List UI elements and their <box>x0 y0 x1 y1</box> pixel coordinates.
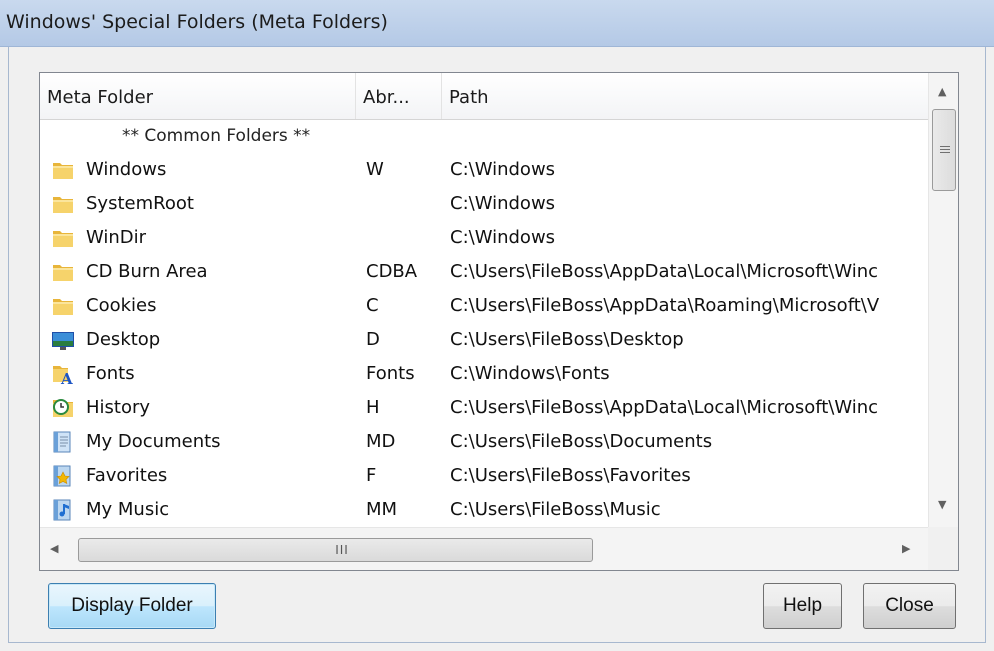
display-folder-button[interactable]: Display Folder <box>48 583 216 629</box>
help-button[interactable]: Help <box>763 583 842 629</box>
abbreviation-cell: H <box>366 397 380 418</box>
meta-folder-name: Cookies <box>86 295 157 316</box>
path-cell: C:\Windows\Fonts <box>450 363 610 384</box>
abbreviation-cell <box>366 187 440 221</box>
abbreviation-cell: D <box>366 329 380 350</box>
scroll-down-arrow-icon[interactable]: ▼ <box>938 498 946 511</box>
list-rows: ** Common Folders ** Windows W C:\Windows Sy… <box>40 119 928 527</box>
table-row[interactable]: History H C:\Users\FileBoss\AppData\Local\… <box>40 391 928 425</box>
path-cell: C:\Windows <box>450 193 556 214</box>
table-row[interactable]: Cookies C C:\Users\FileBoss\AppData\Roamin… <box>40 289 928 323</box>
history-icon <box>51 397 75 419</box>
abbreviation-cell: MD <box>366 431 396 452</box>
meta-folder-name: SystemRoot <box>86 193 194 214</box>
meta-folder-name: Fonts <box>86 363 135 384</box>
favorites-icon <box>51 465 75 487</box>
abbreviation-cell: W <box>366 159 384 180</box>
table-row[interactable]: SystemRoot C:\Windows <box>40 187 928 221</box>
path-cell: C:\Users\FileBoss\AppData\Local\Microsof… <box>450 397 879 418</box>
path-cell: C:\Windows <box>450 159 556 180</box>
column-header-meta-folder[interactable]: Meta Folder <box>40 73 356 119</box>
group-header-label: ** Common Folders ** <box>122 126 311 146</box>
meta-folder-name: History <box>86 397 151 418</box>
meta-folder-name: My Music <box>86 499 170 520</box>
folder-icon <box>51 261 75 283</box>
folder-icon <box>51 227 75 249</box>
window-title: Windows' Special Folders (Meta Folders) <box>6 11 388 33</box>
abbreviation-cell <box>366 119 440 153</box>
path-cell: C:\Windows <box>450 227 556 248</box>
meta-folder-list[interactable]: Meta Folder Abr... Path ** Common Folder… <box>39 72 959 571</box>
path-cell: C:\Users\FileBoss\Desktop <box>450 329 684 350</box>
vertical-scroll-thumb[interactable] <box>932 109 956 191</box>
column-header-abbreviation[interactable]: Abr... <box>356 73 442 119</box>
meta-folder-name: My Documents <box>86 431 221 452</box>
folder-icon <box>51 159 75 181</box>
title-bar[interactable]: Windows' Special Folders (Meta Folders) <box>0 0 994 47</box>
abbreviation-cell: CDBA <box>366 261 418 282</box>
folder-icon <box>51 193 75 215</box>
meta-folder-name: Desktop <box>86 329 161 350</box>
abbreviation-cell <box>366 221 440 255</box>
horizontal-scrollbar[interactable]: ◀ III ▶ <box>40 527 928 570</box>
abbreviation-cell: F <box>366 465 377 486</box>
scroll-right-arrow-icon[interactable]: ▶ <box>902 542 910 555</box>
abbreviation-cell: MM <box>366 499 398 520</box>
path-cell: C:\Users\FileBoss\AppData\Roaming\Micros… <box>450 295 880 316</box>
list-header: Meta Folder Abr... Path <box>40 73 928 120</box>
horizontal-scroll-thumb[interactable]: III <box>78 538 593 562</box>
dialog-window: Windows' Special Folders (Meta Folders) … <box>0 0 994 651</box>
abbreviation-cell: C <box>366 295 379 316</box>
scroll-grip-icon: III <box>335 543 349 557</box>
table-row[interactable]: Windows W C:\Windows <box>40 153 928 187</box>
music-icon <box>51 499 75 521</box>
scroll-left-arrow-icon[interactable]: ◀ <box>50 542 58 555</box>
table-row[interactable]: Desktop D C:\Users\FileBoss\Desktop <box>40 323 928 357</box>
meta-folder-name: Favorites <box>86 465 168 486</box>
path-cell: C:\Users\FileBoss\Favorites <box>450 465 691 486</box>
path-cell: C:\Users\FileBoss\AppData\Local\Microsof… <box>450 261 879 282</box>
column-header-path[interactable]: Path <box>442 73 928 119</box>
table-row[interactable]: My Music MM C:\Users\FileBoss\Music <box>40 493 928 527</box>
meta-folder-name: CD Burn Area <box>86 261 208 282</box>
documents-icon <box>51 431 75 453</box>
fonts-folder-icon: A <box>51 363 75 388</box>
desktop-icon <box>51 329 75 351</box>
meta-folder-name: WinDir <box>86 227 147 248</box>
path-cell <box>450 119 928 153</box>
table-row[interactable]: WinDir C:\Windows <box>40 221 928 255</box>
close-button[interactable]: Close <box>863 583 956 629</box>
table-row[interactable]: A Fonts Fonts C:\Windows\Fonts <box>40 357 928 391</box>
table-row[interactable]: Favorites F C:\Users\FileBoss\Favorites <box>40 459 928 493</box>
path-cell: C:\Users\FileBoss\Music <box>450 499 661 520</box>
scrollbar-corner <box>928 527 958 570</box>
scroll-up-arrow-icon[interactable]: ▲ <box>938 85 946 98</box>
svg-text:A: A <box>60 370 73 385</box>
meta-folder-name: Windows <box>86 159 167 180</box>
vertical-scrollbar[interactable]: ▲ ▼ <box>928 73 958 527</box>
abbreviation-cell: Fonts <box>366 363 415 384</box>
table-row[interactable]: CD Burn Area CDBA C:\Users\FileBoss\AppDat… <box>40 255 928 289</box>
group-header-row[interactable]: ** Common Folders ** <box>40 119 928 153</box>
path-cell: C:\Users\FileBoss\Documents <box>450 431 713 452</box>
folder-icon <box>51 295 75 317</box>
table-row[interactable]: My Documents MD C:\Users\FileBoss\Document… <box>40 425 928 459</box>
